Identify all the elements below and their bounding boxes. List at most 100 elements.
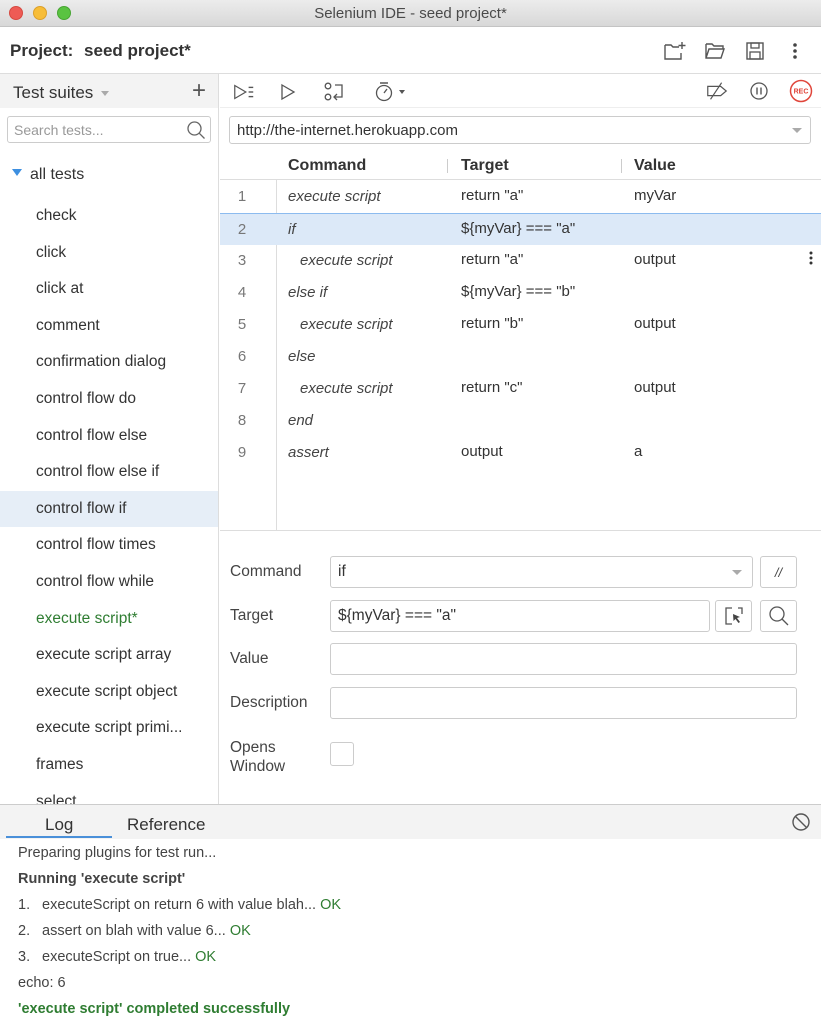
row-target: output xyxy=(461,443,503,460)
open-project-icon[interactable] xyxy=(703,39,727,63)
description-input[interactable] xyxy=(331,688,773,718)
description-label: Description xyxy=(230,694,308,711)
table-row[interactable]: 8 end xyxy=(220,405,821,437)
new-project-icon[interactable] xyxy=(663,39,687,63)
row-command: if xyxy=(288,221,296,238)
record-label: REC xyxy=(794,89,809,96)
chevron-down-icon xyxy=(101,91,110,97)
log-line: 2. assert on blah with value 6... OK xyxy=(18,921,341,947)
log-step-text: assert on blah with value 6... xyxy=(42,923,226,939)
test-item[interactable]: confirmation dialog xyxy=(0,344,218,381)
test-item[interactable]: execute script array xyxy=(0,637,218,674)
row-number: 4 xyxy=(237,284,247,301)
tab-log[interactable]: Log xyxy=(45,815,73,835)
test-item[interactable]: control flow times xyxy=(0,527,218,564)
value-label: Value xyxy=(230,650,269,667)
test-item[interactable]: frames xyxy=(0,747,218,784)
base-url-input[interactable] xyxy=(230,117,770,143)
save-project-icon[interactable] xyxy=(743,39,767,63)
window-maximize-button[interactable] xyxy=(57,6,71,20)
log-status-ok: OK xyxy=(195,949,217,965)
command-label: Command xyxy=(230,563,302,580)
log-line: 3. executeScript on true... OK xyxy=(18,947,341,973)
test-item[interactable]: click at xyxy=(0,271,218,308)
test-item[interactable]: check xyxy=(0,198,218,235)
log-step-index: 1. xyxy=(18,897,31,913)
expand-triangle-icon[interactable] xyxy=(12,169,22,177)
table-row-selected[interactable]: 2 if ${myVar} === "a" xyxy=(220,213,821,245)
target-input[interactable] xyxy=(331,601,691,631)
table-row[interactable]: 9 assert output a xyxy=(220,437,821,469)
find-target-button[interactable] xyxy=(760,600,797,632)
test-editor: REC Command Target Value 1 execute scrip… xyxy=(220,74,821,804)
opens-window-label-line1: Opens xyxy=(230,739,276,756)
test-item-modified[interactable]: execute script* xyxy=(0,601,218,638)
row-number: 5 xyxy=(237,316,247,333)
row-number: 3 xyxy=(237,252,247,269)
test-item[interactable]: comment xyxy=(0,308,218,345)
run-all-tests-icon[interactable] xyxy=(232,80,256,104)
search-icon xyxy=(768,606,788,626)
table-row[interactable]: 6 else xyxy=(220,341,821,373)
window-minimize-button[interactable] xyxy=(33,6,47,20)
row-target: ${myVar} === "a" xyxy=(461,220,576,237)
table-header: Command Target Value xyxy=(220,150,821,180)
row-command: assert xyxy=(288,444,329,461)
log-line-echo: echo: 6 xyxy=(18,975,66,991)
window-close-button[interactable] xyxy=(9,6,23,20)
row-number: 8 xyxy=(237,412,247,429)
row-target: return "a" xyxy=(461,187,524,204)
disable-breakpoints-icon[interactable] xyxy=(705,79,729,103)
test-item[interactable]: control flow while xyxy=(0,564,218,601)
run-test-icon[interactable] xyxy=(276,80,300,104)
value-input[interactable] xyxy=(331,644,773,674)
step-over-icon[interactable] xyxy=(322,80,346,104)
row-command: execute script xyxy=(288,188,381,205)
test-item[interactable]: control flow do xyxy=(0,381,218,418)
add-test-button[interactable]: + xyxy=(192,77,206,105)
row-target: return "a" xyxy=(461,251,524,268)
command-dropdown-icon[interactable] xyxy=(732,570,742,575)
test-item[interactable]: execute script primi... xyxy=(0,710,218,747)
speed-timer-icon[interactable] xyxy=(374,80,410,104)
clear-log-icon[interactable] xyxy=(791,812,811,836)
more-icon[interactable] xyxy=(783,39,807,63)
search-icon xyxy=(186,120,206,144)
test-item[interactable]: click xyxy=(0,235,218,272)
test-suites-dropdown[interactable]: Test suites xyxy=(13,83,110,103)
row-more-icon[interactable] xyxy=(809,251,813,269)
table-row[interactable]: 7 execute script return "c" output xyxy=(220,373,821,405)
row-target: return "c" xyxy=(461,379,523,396)
row-value: myVar xyxy=(634,187,677,204)
command-input[interactable] xyxy=(331,557,731,587)
command-field xyxy=(330,556,753,588)
test-item[interactable]: control flow else xyxy=(0,418,218,455)
column-divider[interactable] xyxy=(621,159,622,173)
column-divider[interactable] xyxy=(447,159,448,173)
select-target-button[interactable] xyxy=(715,600,752,632)
row-number: 9 xyxy=(237,444,247,461)
project-title: Project: seed project* xyxy=(10,41,191,61)
record-icon[interactable]: REC xyxy=(789,79,813,103)
test-item-selected[interactable]: control flow if xyxy=(0,490,218,528)
test-item[interactable]: select xyxy=(0,784,218,805)
log-line-running: Running 'execute script' xyxy=(18,871,186,887)
project-label: Project: xyxy=(10,41,74,60)
table-row[interactable]: 3 execute script return "a" output xyxy=(220,245,821,277)
test-item[interactable]: execute script object xyxy=(0,674,218,711)
url-dropdown-icon[interactable] xyxy=(792,128,802,133)
pause-icon[interactable] xyxy=(747,79,771,103)
search-tests-input[interactable] xyxy=(8,117,178,142)
comment-toggle-button[interactable]: // xyxy=(760,556,797,588)
table-row[interactable]: 5 execute script return "b" output xyxy=(220,309,821,341)
table-row[interactable]: 1 execute script return "a" myVar xyxy=(220,181,821,213)
test-item[interactable]: control flow else if xyxy=(0,454,218,491)
base-url-field xyxy=(229,116,811,144)
tab-reference[interactable]: Reference xyxy=(127,815,205,835)
table-row[interactable]: 4 else if ${myVar} === "b" xyxy=(220,277,821,309)
target-label: Target xyxy=(230,607,274,624)
row-command: else xyxy=(288,348,316,365)
tree-root-all-tests[interactable]: all tests xyxy=(12,166,84,184)
opens-window-checkbox[interactable] xyxy=(330,742,354,766)
project-name[interactable]: seed project* xyxy=(84,41,191,60)
